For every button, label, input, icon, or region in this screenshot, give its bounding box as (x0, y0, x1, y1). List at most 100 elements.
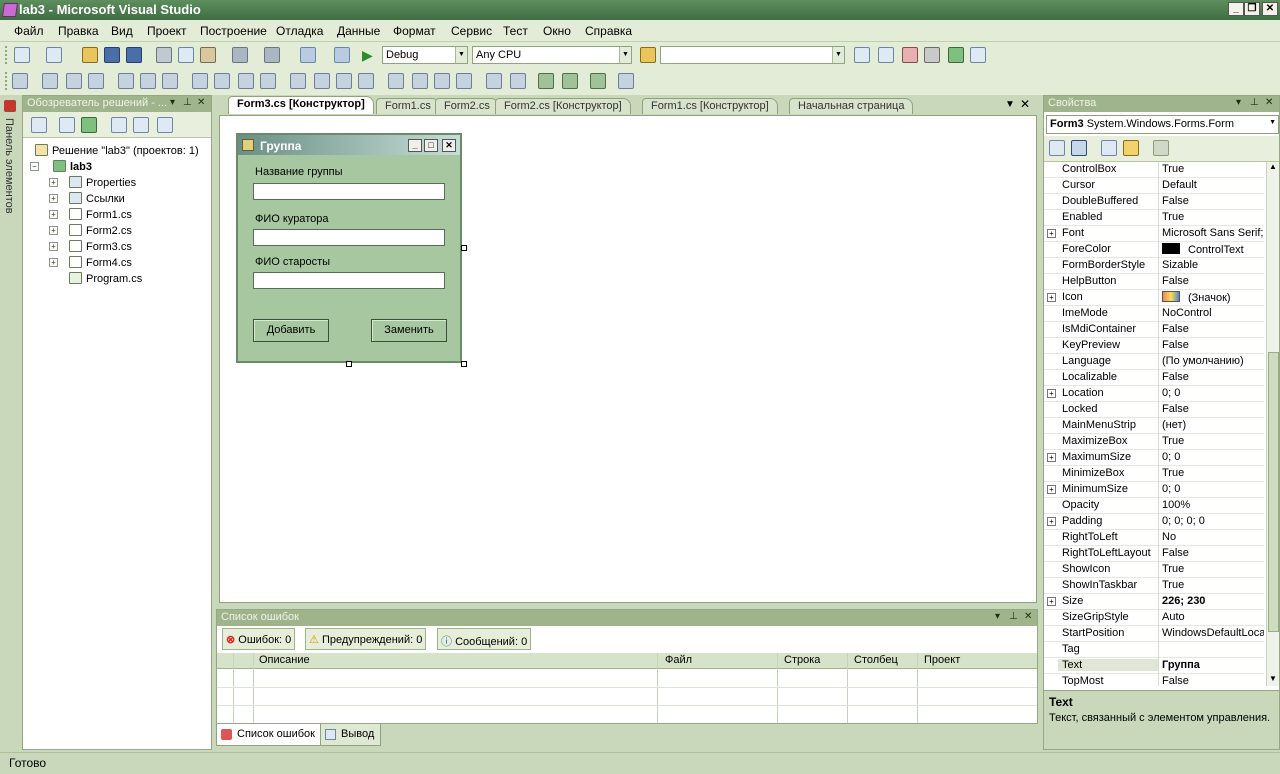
property-row[interactable]: Tag (1044, 642, 1264, 658)
column-file[interactable]: Файл (665, 654, 692, 666)
property-row[interactable]: + MaximumSize 0; 0 (1044, 450, 1264, 466)
open-folder-icon[interactable] (82, 47, 98, 63)
start-debugging-icon[interactable]: ▶ (362, 47, 378, 63)
property-value[interactable]: Default (1162, 179, 1264, 191)
decrease-horizontal-spacing-icon[interactable] (336, 73, 352, 89)
make-same-width-icon[interactable] (192, 73, 208, 89)
tree-item-form3[interactable]: Form3.cs (69, 240, 132, 253)
chevron-down-icon[interactable]: ▾ (995, 611, 1000, 622)
tab-output[interactable]: Вывод (320, 724, 382, 746)
properties-window-icon[interactable] (878, 47, 894, 63)
expand-icon[interactable]: + (1047, 453, 1056, 462)
property-row[interactable]: FormBorderStyle Sizable (1044, 258, 1264, 274)
property-row[interactable]: DoubleBuffered False (1044, 194, 1264, 210)
tab-order-icon[interactable] (590, 73, 606, 89)
property-value[interactable]: False (1162, 323, 1264, 335)
vertical-spacing-equal-icon[interactable] (388, 73, 404, 89)
align-centers-icon[interactable] (66, 73, 82, 89)
property-value[interactable]: False (1162, 339, 1264, 351)
show-all-files-icon[interactable] (59, 117, 75, 133)
events-icon[interactable] (1123, 140, 1139, 156)
tab-list-icon[interactable]: ▼ (1005, 99, 1015, 110)
property-row[interactable]: RightToLeftLayout False (1044, 546, 1264, 562)
property-row[interactable]: Locked False (1044, 402, 1264, 418)
property-value[interactable]: False (1162, 371, 1264, 383)
add-button[interactable]: Добавить (253, 319, 329, 342)
property-value[interactable]: ControlText (1162, 243, 1264, 256)
property-value[interactable]: Microsoft Sans Serif; 8 (1162, 227, 1264, 239)
property-value[interactable]: False (1162, 403, 1264, 415)
align-to-grid-icon[interactable] (12, 73, 28, 89)
property-value[interactable]: True (1162, 435, 1264, 447)
property-value[interactable]: Группа (1162, 659, 1264, 671)
expand-icon[interactable]: + (49, 194, 58, 203)
errors-filter-button[interactable]: ⊗ Ошибок: 0 (222, 628, 296, 650)
property-row[interactable]: + Padding 0; 0; 0; 0 (1044, 514, 1264, 530)
expand-icon[interactable]: + (1047, 517, 1056, 526)
align-rights-icon[interactable] (88, 73, 104, 89)
save-icon[interactable] (104, 47, 120, 63)
tab-form2-designer[interactable]: Form2.cs [Конструктор] (495, 98, 631, 114)
close-window-icon[interactable]: ✕ (1262, 2, 1278, 16)
expand-icon[interactable]: + (1047, 597, 1056, 606)
make-same-height-icon[interactable] (214, 73, 230, 89)
chevron-down-icon[interactable]: ▾ (170, 97, 175, 108)
tree-item-references[interactable]: Ссылки (69, 192, 125, 205)
scroll-down-icon[interactable]: ▼ (1269, 674, 1277, 683)
view-code-icon[interactable] (111, 117, 127, 133)
tab-error-list[interactable]: Список ошибок (216, 724, 322, 746)
tree-item-program[interactable]: Program.cs (69, 272, 142, 285)
solution-configuration-select[interactable]: Debug ▼ (382, 46, 468, 64)
toolbar-grip[interactable] (5, 46, 8, 64)
property-value[interactable]: (По умолчанию) (1162, 355, 1264, 367)
find-combo[interactable]: ▼ (660, 46, 845, 64)
scrollbar-thumb[interactable] (1268, 352, 1279, 632)
property-row[interactable]: + Size 226; 230 (1044, 594, 1264, 610)
refresh-icon[interactable] (81, 117, 97, 133)
property-row[interactable]: StartPosition WindowsDefaultLocation (1044, 626, 1264, 642)
expand-icon[interactable]: + (1047, 389, 1056, 398)
messages-filter-button[interactable]: ⓘ Сообщений: 0 (437, 628, 532, 650)
property-row[interactable]: MainMenuStrip (нет) (1044, 418, 1264, 434)
close-icon[interactable]: ✕ (1020, 97, 1030, 111)
property-value[interactable]: WindowsDefaultLocation (1162, 627, 1264, 639)
menu-window[interactable]: Окно (543, 24, 571, 38)
property-row[interactable]: Language (По умолчанию) (1044, 354, 1264, 370)
column-description[interactable]: Описание (259, 654, 310, 666)
warnings-filter-button[interactable]: ⚠ Предупреждений: 0 (305, 628, 427, 650)
class-diagram-icon[interactable] (157, 117, 173, 133)
find-in-files-icon[interactable] (640, 47, 656, 63)
property-row[interactable]: ShowIcon True (1044, 562, 1264, 578)
property-value[interactable]: Sizable (1162, 259, 1264, 271)
menu-tools[interactable]: Сервис (451, 24, 492, 38)
property-value[interactable]: 100% (1162, 499, 1264, 511)
align-tops-icon[interactable] (118, 73, 134, 89)
property-value[interactable]: True (1162, 579, 1264, 591)
pin-icon[interactable]: ⊥ (183, 97, 192, 108)
menu-project[interactable]: Проект (147, 24, 187, 38)
cut-icon[interactable] (156, 47, 172, 63)
property-row[interactable]: + MinimumSize 0; 0 (1044, 482, 1264, 498)
expand-icon[interactable]: + (49, 242, 58, 251)
headman-name-field[interactable] (253, 272, 445, 289)
expand-icon[interactable]: + (1047, 485, 1056, 494)
redo-icon[interactable] (264, 47, 280, 63)
save-all-icon[interactable] (126, 47, 142, 63)
property-row[interactable]: + Font Microsoft Sans Serif; 8 (1044, 226, 1264, 242)
properties-view-icon[interactable] (1101, 140, 1117, 156)
navigate-backward-icon[interactable] (300, 47, 316, 63)
new-project-icon[interactable] (14, 47, 30, 63)
property-value[interactable]: 0; 0; 0; 0 (1162, 515, 1264, 527)
chevron-down-icon[interactable]: ▾ (1236, 97, 1241, 108)
menu-edit[interactable]: Правка (58, 24, 99, 38)
resize-handle[interactable] (461, 361, 467, 367)
close-icon[interactable]: ✕ (197, 97, 205, 108)
remove-horizontal-spacing-icon[interactable] (358, 73, 374, 89)
tree-item-form1[interactable]: Form1.cs (69, 208, 132, 221)
pin-icon[interactable]: ⊥ (1009, 611, 1018, 622)
alphabetical-icon[interactable] (1071, 140, 1087, 156)
navigate-forward-icon[interactable] (334, 47, 350, 63)
bring-to-front-icon[interactable] (538, 73, 554, 89)
scroll-up-icon[interactable]: ▲ (1269, 162, 1277, 171)
curator-name-field[interactable] (253, 229, 445, 246)
